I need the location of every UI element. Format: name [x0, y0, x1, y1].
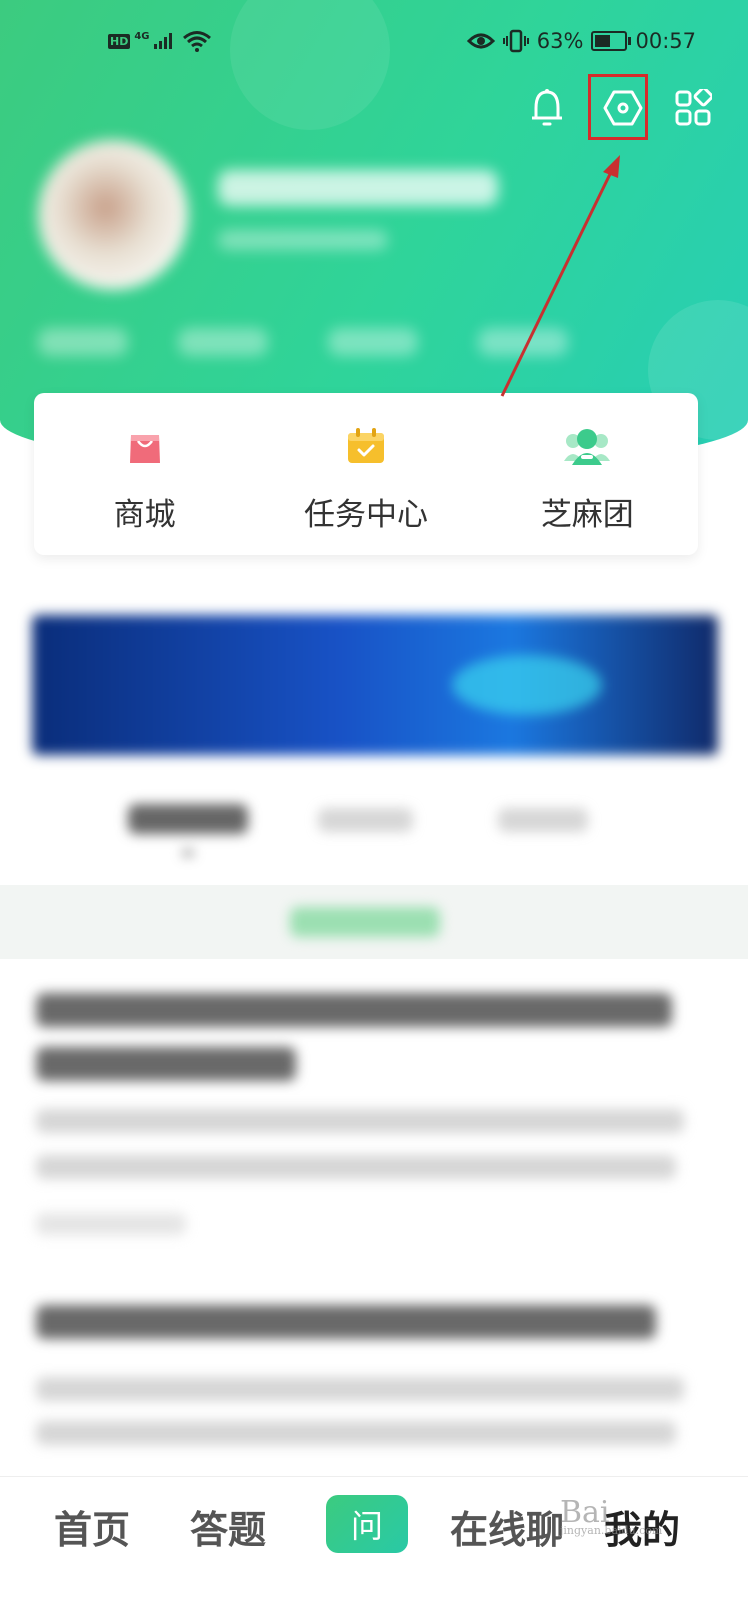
hd-indicator: HD [108, 33, 131, 49]
group-icon [564, 429, 611, 465]
nav-ask-label: 问 [350, 1507, 383, 1545]
clock: 00:57 [635, 29, 696, 53]
network-type: 4G [134, 30, 150, 42]
apps-grid-icon[interactable] [668, 80, 718, 136]
battery-percent: 63% [536, 29, 584, 53]
shopping-bag-icon [129, 435, 160, 463]
avatar[interactable] [38, 140, 188, 290]
blurred-profile-info [38, 140, 718, 400]
status-bar: HD 4G 63% 00:57 [0, 26, 748, 62]
blurred-article-list [0, 985, 748, 1465]
bottom-nav: 首页 答题 问 在线聊 我的 Bai jingyan.baidu.com [0, 1476, 748, 1601]
quick-actions-card: 商城 任务中心 芝麻团 [34, 393, 698, 555]
baidu-watermark: Bai jingyan.baidu.com [560, 1495, 663, 1537]
quick-action-mall[interactable]: 商城 [34, 393, 255, 555]
battery-icon [591, 31, 632, 51]
nav-answer[interactable]: 答题 [190, 1499, 266, 1554]
nav-home[interactable]: 首页 [54, 1499, 130, 1554]
quick-action-sesame-group[interactable]: 芝麻团 [477, 393, 698, 555]
blurred-section-divider [0, 885, 748, 959]
promo-banner[interactable] [32, 615, 718, 755]
eye-icon [466, 33, 495, 49]
nav-ask-button[interactable]: 问 [326, 1495, 408, 1553]
quick-action-label: 商城 [113, 497, 176, 533]
vibrate-icon [502, 29, 529, 53]
quick-action-label: 芝麻团 [540, 497, 634, 533]
calendar-check-icon [347, 428, 384, 463]
decorative-bubble [230, 0, 390, 130]
bell-icon[interactable] [522, 80, 572, 136]
quick-action-label: 任务中心 [303, 497, 428, 533]
nav-online-chat[interactable]: 在线聊 [450, 1499, 564, 1554]
quick-action-task-center[interactable]: 任务中心 [255, 393, 476, 555]
blurred-tabs [0, 790, 748, 870]
highlight-box [588, 74, 648, 140]
signal-icon [153, 33, 172, 49]
wifi-icon [182, 31, 211, 52]
